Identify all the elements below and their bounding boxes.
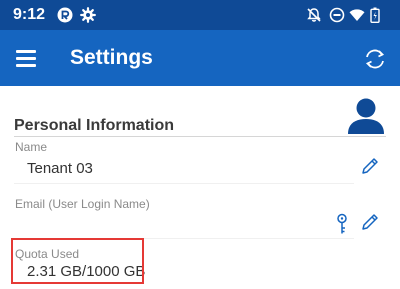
battery-icon [370,7,380,23]
app-notification-icon [57,7,73,23]
name-value: Tenant 03 [27,160,93,177]
email-label: Email (User Login Name) [15,197,150,211]
settings-content: Personal Information Name Tenant 03 Emai… [0,86,400,289]
app-bar: Settings [0,30,400,86]
section-divider [14,136,386,137]
page-title: Settings [70,46,153,69]
person-icon [348,98,384,134]
notifications-off-icon [307,8,321,22]
status-bar: 9:12 [0,0,400,30]
edit-email-pencil-icon[interactable] [360,212,380,232]
name-label: Name [15,140,48,154]
settings-gear-icon [80,7,96,23]
key-icon[interactable] [335,213,349,235]
do-not-disturb-icon [329,7,345,23]
edit-name-pencil-icon[interactable] [360,156,380,176]
status-time: 9:12 [13,6,46,23]
hamburger-menu-icon[interactable] [16,47,38,69]
section-title: Personal Information [14,117,175,134]
wifi-icon [349,9,365,21]
sync-icon[interactable] [362,46,388,72]
quota-highlight-box [11,238,144,284]
name-underline [14,183,354,184]
